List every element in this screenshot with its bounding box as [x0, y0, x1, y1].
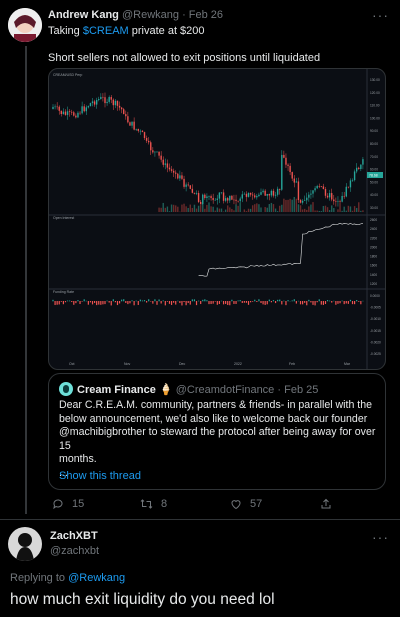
oi-scale: 2600 2400 2200 2000 1800 1600 1400 1200 — [370, 218, 377, 286]
author-handle[interactable]: @Rewkang — [122, 9, 179, 21]
show-thread-link[interactable]: Show this thread — [59, 470, 141, 482]
quote-emoji: 🍦 — [158, 384, 173, 396]
panel3-title: Funding Rate — [53, 290, 74, 294]
share-button[interactable] — [320, 498, 332, 510]
retweet-icon — [140, 499, 153, 509]
scale-tick-label: 80.00 — [370, 142, 378, 146]
cream-finance-avatar — [59, 382, 73, 396]
chart-image[interactable]: CREAM/USD Perp Open Interest Funding Rat… — [48, 68, 386, 370]
heart-icon — [231, 500, 241, 510]
quote-body: Dear C.R.E.A.M. community, partners & fr… — [59, 399, 381, 480]
scale-tick-label: 110.00 — [370, 104, 380, 108]
tweet-header: Andrew Kang @Rewkang · Feb 26 — [48, 9, 224, 21]
tweet-text-line1: Taking $CREAM private at $200 — [48, 25, 205, 37]
replying-to-handle[interactable]: @Rewkang — [68, 572, 125, 584]
quote-line-1: Dear C.R.E.A.M. community, partners & fr… — [59, 399, 373, 411]
quote-header: Cream Finance 🍦 @CreamdotFinance · Feb 2… — [77, 384, 319, 396]
scale-tick-label: 2000 — [370, 245, 377, 249]
scale-tick-label: 2400 — [370, 227, 377, 231]
replying-to: Replying to @Rewkang — [10, 572, 126, 584]
time-tick-label: 2022 — [234, 362, 242, 366]
price-tag-label: 78.68 — [369, 174, 378, 178]
avatar-andrew-kang[interactable] — [8, 8, 42, 42]
quote-line-3: @machibigbrother to steward the protocol… — [59, 426, 376, 452]
quote-line-4: months. — [59, 453, 97, 465]
quote-author-handle: @CreamdotFinance — [175, 384, 275, 396]
tweet-date[interactable]: Feb 26 — [189, 9, 223, 21]
quote-line-2: below announcement, we'd also like to we… — [59, 412, 368, 425]
time-tick-label: Mar — [344, 362, 351, 366]
scale-tick-label: 40.00 — [370, 193, 378, 197]
reply-button[interactable]: 15 — [52, 498, 84, 510]
fr-scale: 0.0000 -0.0005 -0.0010 -0.0015 -0.0020 -0.002… — [370, 294, 381, 356]
reply-icon — [53, 499, 63, 510]
scale-tick-label: -0.0020 — [370, 340, 381, 344]
time-tick-label: Dec — [179, 362, 185, 366]
reply-more-options-icon[interactable]: ··· — [372, 530, 389, 544]
scale-tick-label: 100.00 — [370, 116, 380, 120]
time-tick-label: Oct — [69, 362, 74, 366]
scale-tick-label: -0.0025 — [370, 352, 381, 356]
divider — [0, 519, 400, 520]
scale-tick-label: 1400 — [370, 273, 377, 277]
reply-author-handle[interactable]: @zachxbt — [50, 545, 99, 557]
scale-tick-label: 30.00 — [370, 206, 378, 210]
price-candles — [52, 92, 364, 212]
time-tick-label: Nov — [124, 362, 130, 366]
panel2-title: Open Interest — [53, 216, 74, 220]
open-interest-line — [198, 222, 363, 277]
time-tick-label: Feb — [289, 362, 295, 366]
tweet-text-line2: Short sellers not allowed to exit positi… — [48, 52, 321, 64]
thread-connector — [25, 46, 27, 514]
scale-tick-label: 0.0000 — [370, 294, 380, 298]
like-button[interactable]: 57 — [230, 498, 262, 510]
reply-count: 15 — [72, 498, 85, 510]
avatar-zachxbt[interactable] — [8, 527, 42, 561]
scale-tick-label: -0.0005 — [370, 306, 381, 310]
time-axis: Oct Nov Dec 2022 Feb Mar — [69, 362, 351, 366]
retweet-button[interactable]: 8 — [140, 498, 167, 510]
share-icon — [321, 498, 331, 509]
scale-tick-label: -0.0010 — [370, 317, 381, 321]
quote-date: Feb 25 — [284, 384, 319, 396]
scale-tick-label: 1200 — [370, 282, 377, 286]
scale-tick-label: 2200 — [370, 236, 377, 240]
more-options-icon[interactable]: ··· — [372, 8, 389, 22]
reply-author-name[interactable]: ZachXBT — [50, 530, 98, 542]
scale-tick-label: 70.00 — [370, 155, 378, 159]
author-name[interactable]: Andrew Kang — [48, 9, 119, 21]
like-count: 57 — [250, 498, 263, 510]
panel1-title: CREAM/USD Perp — [53, 73, 82, 77]
scale-tick-label: 1800 — [370, 255, 377, 259]
funding-rate-bars — [52, 299, 364, 306]
scale-tick-label: 1600 — [370, 264, 377, 268]
quote-author-name: Cream Finance — [77, 384, 156, 396]
scale-tick-label: 130.00 — [370, 78, 380, 82]
scale-tick-label: 120.00 — [370, 91, 380, 95]
cashtag-link[interactable]: $CREAM — [83, 25, 129, 37]
retweet-count: 8 — [161, 498, 168, 510]
scale-tick-label: 50.00 — [370, 180, 378, 184]
scale-tick-label: 60.00 — [370, 168, 378, 172]
scale-tick-label: 90.00 — [370, 129, 378, 133]
scale-tick-label: 2600 — [370, 218, 377, 222]
price-scale: 130.00 120.00 110.00 100.00 90.00 80.00 70.00 6… — [370, 78, 380, 210]
quoted-tweet[interactable]: Cream Finance 🍦 @CreamdotFinance · Feb 2… — [48, 373, 386, 490]
scale-tick-label: -0.0015 — [370, 329, 381, 333]
reply-text: how much exit liquidity do you need lol — [10, 591, 275, 608]
